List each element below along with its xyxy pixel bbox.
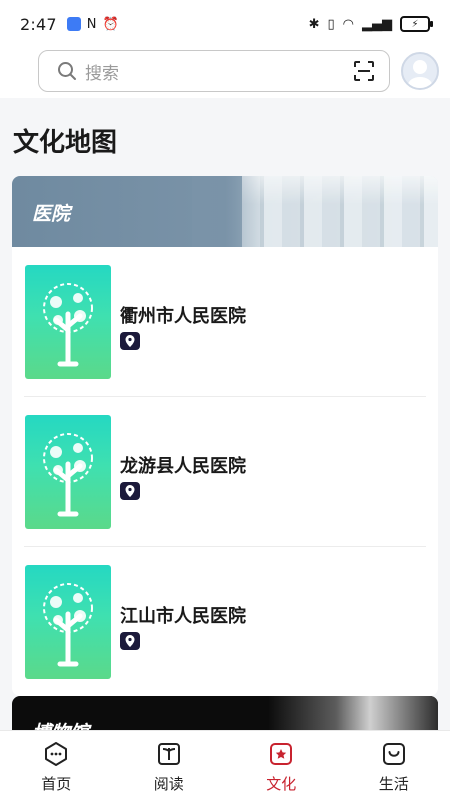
nav-item-home[interactable]: 首页 [0, 731, 113, 800]
nfc-icon: N [86, 16, 97, 32]
search-header: 搜索 [0, 48, 450, 98]
alarm-icon: ⏰ [102, 16, 119, 32]
nav-item-culture[interactable]: 文化 [225, 731, 338, 800]
item-name: 衢州市人民医院 [120, 306, 246, 327]
avatar[interactable] [401, 52, 439, 90]
category-card-hospital: 医院 衢州市人民医院 龙游县人民医院 江山市人民医院 [12, 176, 438, 696]
app-notification-icon [66, 17, 81, 31]
list-item[interactable]: 衢州市人民医院 [12, 247, 438, 397]
user-avatar-icon [408, 60, 432, 88]
item-name: 龙游县人民医院 [120, 456, 246, 477]
battery-icon: ⚡ [400, 16, 433, 32]
status-bar: 2:47 N ⏰ ✱ ▯ ◠ ▂▄▆ ⚡ [0, 0, 450, 48]
category-label: 医院 [32, 203, 71, 225]
wifi-icon: ◠ [342, 16, 354, 32]
star-badge-icon [270, 743, 293, 765]
category-banner[interactable]: 医院 [12, 176, 438, 247]
search-input[interactable]: 搜索 [38, 50, 390, 92]
status-system-icons: ✱ ▯ ◠ ▂▄▆ ⚡ [308, 16, 433, 32]
page-title: 文化地图 [13, 128, 118, 158]
list-item[interactable]: 江山市人民医院 [12, 547, 438, 696]
bag-smile-icon [382, 743, 405, 765]
item-name: 江山市人民医院 [120, 606, 246, 627]
search-icon [57, 61, 77, 81]
vibrate-icon: ▯ [327, 16, 335, 32]
list-item[interactable]: 龙游县人民医院 [12, 397, 438, 547]
banner-photo [242, 176, 438, 247]
nav-label: 阅读 [153, 775, 184, 793]
battery-charging-symbol: ⚡ [411, 18, 419, 30]
location-pin-icon[interactable] [120, 332, 140, 350]
nav-label: 生活 [378, 775, 409, 793]
signal-icon: ▂▄▆ [362, 16, 392, 32]
book-icon [157, 743, 180, 765]
nav-item-reading[interactable]: 阅读 [113, 731, 226, 800]
scan-icon[interactable] [353, 60, 375, 82]
nav-label: 文化 [266, 775, 297, 793]
bluetooth-icon: ✱ [308, 16, 320, 32]
location-pin-icon[interactable] [120, 632, 140, 650]
nav-label: 首页 [41, 775, 72, 793]
tree-logo-icon [25, 265, 111, 379]
status-notification-icons: N ⏰ [66, 16, 119, 32]
nav-item-life[interactable]: 生活 [338, 731, 450, 800]
banner-fade [192, 176, 262, 247]
search-placeholder: 搜索 [85, 63, 119, 84]
status-time: 2:47 [20, 14, 57, 34]
tree-logo-icon [25, 565, 111, 679]
tree-logo-icon [25, 415, 111, 529]
bottom-nav: 首页 阅读 文化 生活 [0, 730, 450, 800]
location-pin-icon[interactable] [120, 482, 140, 500]
home-chat-icon [45, 742, 68, 766]
